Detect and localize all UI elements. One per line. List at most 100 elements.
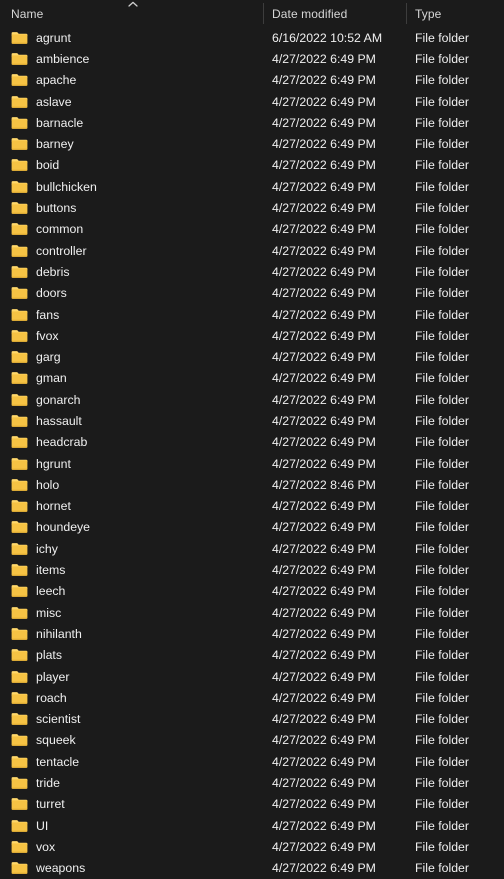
- table-row[interactable]: headcrab 4/27/2022 6:49 PM File folder: [0, 432, 504, 453]
- date-modified-label: 4/27/2022 6:49 PM: [272, 371, 376, 386]
- cell-date-modified: 4/27/2022 6:49 PM: [263, 70, 406, 91]
- file-name-label: buttons: [36, 201, 77, 216]
- table-row[interactable]: agrunt 6/16/2022 10:52 AM File folder: [0, 27, 504, 48]
- table-row[interactable]: player 4/27/2022 6:49 PM File folder: [0, 666, 504, 687]
- cell-type: File folder: [406, 91, 504, 112]
- table-row[interactable]: barnacle 4/27/2022 6:49 PM File folder: [0, 112, 504, 133]
- date-modified-label: 4/27/2022 6:49 PM: [272, 605, 376, 620]
- cell-name: misc: [0, 602, 263, 623]
- folder-icon: [11, 436, 28, 449]
- file-name-label: barnacle: [36, 115, 84, 130]
- folder-icon: [11, 308, 28, 321]
- type-label: File folder: [415, 626, 469, 641]
- table-row[interactable]: turret 4/27/2022 6:49 PM File folder: [0, 794, 504, 815]
- cell-type: File folder: [406, 27, 504, 48]
- table-row[interactable]: scientist 4/27/2022 6:49 PM File folder: [0, 709, 504, 730]
- table-row[interactable]: hornet 4/27/2022 6:49 PM File folder: [0, 496, 504, 517]
- type-label: File folder: [415, 605, 469, 620]
- folder-icon: [11, 564, 28, 576]
- column-header-type[interactable]: Type: [406, 0, 504, 27]
- file-name-label: aslave: [36, 94, 72, 109]
- table-row[interactable]: apache 4/27/2022 6:49 PM File folder: [0, 70, 504, 91]
- cell-name: roach: [0, 687, 263, 708]
- table-row[interactable]: nihilanth 4/27/2022 6:49 PM File folder: [0, 623, 504, 644]
- date-modified-label: 4/27/2022 6:49 PM: [272, 839, 376, 854]
- table-row[interactable]: barney 4/27/2022 6:49 PM File folder: [0, 133, 504, 154]
- date-modified-label: 4/27/2022 6:49 PM: [272, 861, 376, 876]
- cell-type: File folder: [406, 709, 504, 730]
- cell-name: houndeye: [0, 517, 263, 538]
- type-label: File folder: [415, 115, 469, 130]
- date-modified-label: 4/27/2022 6:49 PM: [272, 499, 376, 514]
- cell-type: File folder: [406, 666, 504, 687]
- table-row[interactable]: misc 4/27/2022 6:49 PM File folder: [0, 602, 504, 623]
- table-row[interactable]: plats 4/27/2022 6:49 PM File folder: [0, 645, 504, 666]
- table-row[interactable]: houndeye 4/27/2022 6:49 PM File folder: [0, 517, 504, 538]
- folder-icon: [11, 329, 28, 342]
- folder-icon: [11, 862, 28, 875]
- file-name-label: tride: [36, 776, 60, 791]
- table-row[interactable]: hassault 4/27/2022 6:49 PM File folder: [0, 410, 504, 431]
- cell-name: vox: [0, 836, 263, 857]
- table-row[interactable]: gonarch 4/27/2022 6:49 PM File folder: [0, 389, 504, 410]
- file-name-label: common: [36, 222, 84, 237]
- table-row[interactable]: tentacle 4/27/2022 6:49 PM File folder: [0, 751, 504, 772]
- cell-type: File folder: [406, 602, 504, 623]
- type-label: File folder: [415, 541, 469, 556]
- folder-icon: [11, 116, 28, 129]
- table-row[interactable]: vox 4/27/2022 6:49 PM File folder: [0, 836, 504, 857]
- column-header-date-modified[interactable]: Date modified: [263, 0, 406, 27]
- folder-icon: [11, 351, 28, 363]
- date-modified-label: 4/27/2022 6:49 PM: [272, 243, 376, 258]
- file-name-label: leech: [36, 584, 66, 599]
- type-label: File folder: [415, 477, 469, 492]
- cell-type: File folder: [406, 538, 504, 559]
- date-modified-label: 4/27/2022 6:49 PM: [272, 73, 376, 88]
- column-header-name[interactable]: Name: [0, 0, 263, 27]
- folder-icon: [11, 202, 28, 214]
- table-row[interactable]: weapons 4/27/2022 6:49 PM File folder: [0, 858, 504, 879]
- date-modified-label: 4/27/2022 6:49 PM: [272, 286, 376, 301]
- table-row[interactable]: boid 4/27/2022 6:49 PM File folder: [0, 155, 504, 176]
- table-row[interactable]: doors 4/27/2022 6:49 PM File folder: [0, 283, 504, 304]
- file-name-label: ichy: [36, 541, 58, 556]
- table-row[interactable]: fvox 4/27/2022 6:49 PM File folder: [0, 325, 504, 346]
- table-row[interactable]: controller 4/27/2022 6:49 PM File folder: [0, 240, 504, 261]
- table-row[interactable]: holo 4/27/2022 8:46 PM File folder: [0, 474, 504, 495]
- cell-date-modified: 4/27/2022 6:49 PM: [263, 410, 406, 431]
- table-row[interactable]: gman 4/27/2022 6:49 PM File folder: [0, 368, 504, 389]
- cell-name: weapons: [0, 858, 263, 879]
- type-label: File folder: [415, 158, 469, 173]
- cell-date-modified: 4/27/2022 6:49 PM: [263, 240, 406, 261]
- cell-type: File folder: [406, 368, 504, 389]
- cell-date-modified: 4/27/2022 6:49 PM: [263, 176, 406, 197]
- table-row[interactable]: fans 4/27/2022 6:49 PM File folder: [0, 304, 504, 325]
- table-row[interactable]: hgrunt 4/27/2022 6:49 PM File folder: [0, 453, 504, 474]
- cell-type: File folder: [406, 197, 504, 218]
- table-row[interactable]: aslave 4/27/2022 6:49 PM File folder: [0, 91, 504, 112]
- table-row[interactable]: common 4/27/2022 6:49 PM File folder: [0, 219, 504, 240]
- date-modified-label: 4/27/2022 6:49 PM: [272, 648, 376, 663]
- type-label: File folder: [415, 350, 469, 365]
- date-modified-label: 4/27/2022 6:49 PM: [272, 541, 376, 556]
- table-row[interactable]: ambience 4/27/2022 6:49 PM File folder: [0, 48, 504, 69]
- table-row[interactable]: buttons 4/27/2022 6:49 PM File folder: [0, 197, 504, 218]
- file-name-label: headcrab: [36, 435, 88, 450]
- table-row[interactable]: debris 4/27/2022 6:49 PM File folder: [0, 261, 504, 282]
- table-row[interactable]: items 4/27/2022 6:49 PM File folder: [0, 559, 504, 580]
- table-row[interactable]: UI 4/27/2022 6:49 PM File folder: [0, 815, 504, 836]
- folder-icon: [11, 53, 28, 65]
- table-row[interactable]: roach 4/27/2022 6:49 PM File folder: [0, 687, 504, 708]
- folder-icon: [11, 713, 28, 726]
- cell-name: hassault: [0, 410, 263, 431]
- table-row[interactable]: tride 4/27/2022 6:49 PM File folder: [0, 772, 504, 793]
- cell-name: fvox: [0, 325, 263, 346]
- date-modified-label: 4/27/2022 6:49 PM: [272, 413, 376, 428]
- table-row[interactable]: garg 4/27/2022 6:49 PM File folder: [0, 346, 504, 367]
- file-name-label: controller: [36, 243, 87, 258]
- table-row[interactable]: bullchicken 4/27/2022 6:49 PM File folder: [0, 176, 504, 197]
- table-row[interactable]: ichy 4/27/2022 6:49 PM File folder: [0, 538, 504, 559]
- table-row[interactable]: leech 4/27/2022 6:49 PM File folder: [0, 581, 504, 602]
- date-modified-label: 4/27/2022 6:49 PM: [272, 115, 376, 130]
- table-row[interactable]: squeek 4/27/2022 6:49 PM File folder: [0, 730, 504, 751]
